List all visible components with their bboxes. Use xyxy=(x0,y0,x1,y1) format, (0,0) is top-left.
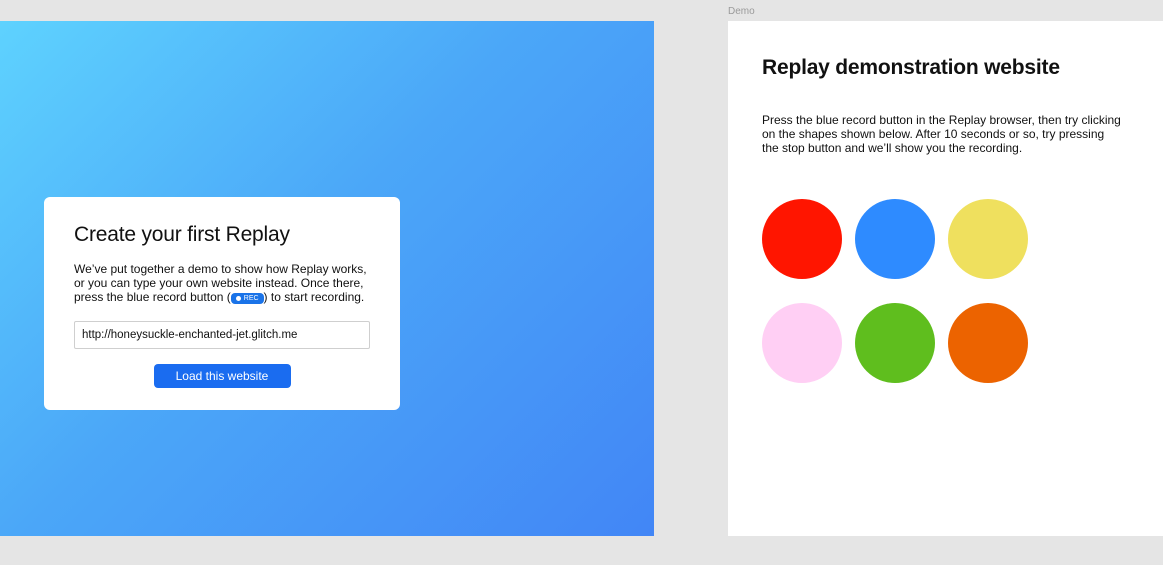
onboarding-frame: Create your first Replay We’ve put toget… xyxy=(0,21,654,536)
record-dot-icon xyxy=(235,296,241,301)
website-url-input[interactable] xyxy=(74,321,370,349)
frame-label: Demo xyxy=(728,6,755,17)
rec-badge: REC xyxy=(230,293,264,304)
green-circle[interactable] xyxy=(855,303,935,383)
demo-description: Press the blue record button in the Repl… xyxy=(762,113,1121,155)
card-description: We’ve put together a demo to show how Re… xyxy=(74,262,370,304)
red-circle[interactable] xyxy=(762,199,842,279)
blue-circle[interactable] xyxy=(855,199,935,279)
onboarding-card: Create your first Replay We’ve put toget… xyxy=(44,197,400,410)
demo-frame: Replay demonstration website Press the b… xyxy=(728,21,1163,536)
orange-circle[interactable] xyxy=(948,303,1028,383)
yellow-circle[interactable] xyxy=(948,199,1028,279)
demo-title: Replay demonstration website xyxy=(762,56,1060,79)
card-title: Create your first Replay xyxy=(74,223,290,246)
design-canvas: Create your first Replay We’ve put toget… xyxy=(0,0,1163,565)
rec-badge-label: REC xyxy=(243,295,259,302)
pink-circle[interactable] xyxy=(762,303,842,383)
card-description-text-end: ) to start recording. xyxy=(263,290,365,304)
load-website-button[interactable]: Load this website xyxy=(153,364,291,388)
